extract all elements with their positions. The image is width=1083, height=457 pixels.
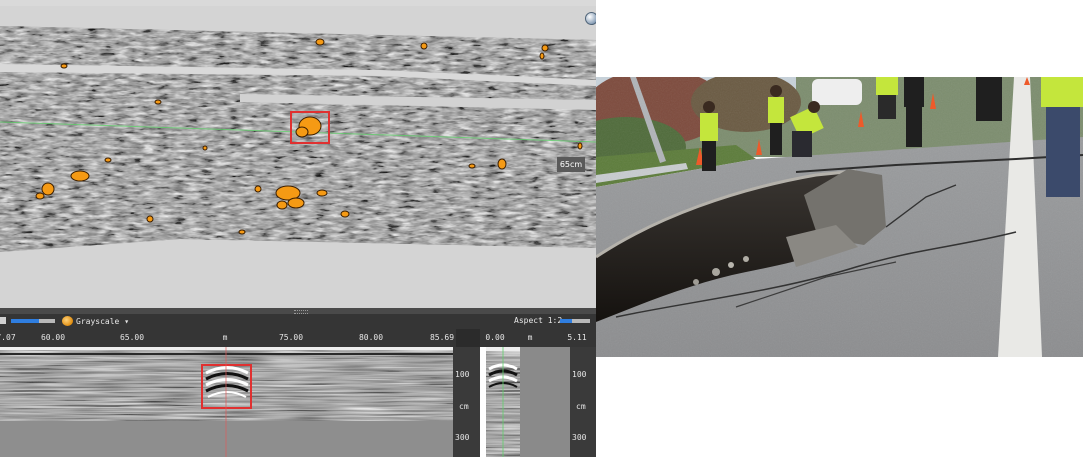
side-ruler-tick: 0.00: [485, 333, 505, 342]
anomaly-blob: [41, 182, 55, 196]
anomaly-blob: [70, 170, 90, 182]
gain-icon[interactable]: [0, 317, 6, 324]
side-ruler-tick: 5.11: [567, 333, 587, 342]
anomaly-blob: [287, 197, 305, 209]
depth-tick: 300: [455, 433, 470, 442]
ruler-tick: 80.00: [358, 333, 384, 342]
side-ruler-unit: m: [527, 333, 533, 342]
ruler-unit: m: [222, 333, 228, 342]
anomaly-blob: [35, 192, 45, 200]
globe-icon[interactable]: [585, 12, 596, 25]
distance-ruler: [0, 329, 456, 347]
road-collapse-photo: [596, 77, 1083, 357]
ruler-tick: 7.07: [0, 333, 16, 342]
anomaly-blob: [577, 142, 583, 150]
anomaly-blob: [202, 145, 208, 151]
anomaly-blob: [340, 210, 350, 218]
anomaly-blob: [154, 99, 162, 105]
bscan-side-canvas: [486, 347, 570, 457]
side-depth-tick: 100: [572, 370, 587, 379]
ruler-tick: 75.00: [278, 333, 304, 342]
anomaly-blob: [420, 42, 428, 50]
bscan-cross-section-view[interactable]: [486, 347, 570, 457]
gpr-plan-view[interactable]: 65cm: [0, 6, 596, 308]
anomaly-blob: [316, 189, 328, 197]
aspect-slider-fill: [560, 319, 572, 323]
gain-slider-fill: [11, 319, 39, 323]
anomaly-blob: [295, 126, 309, 138]
side-depth-tick: 300: [572, 433, 587, 442]
aspect-label: Aspect 1:2: [514, 316, 563, 325]
bscan-main-canvas: [0, 347, 453, 457]
anomaly-blob: [539, 52, 545, 60]
palette-icon[interactable]: [62, 316, 73, 326]
anomaly-blob: [254, 185, 262, 193]
anomaly-blob: [541, 44, 549, 52]
photo-canvas: [596, 77, 1083, 357]
anomaly-blob: [104, 157, 112, 163]
depth-tick: 100: [455, 370, 470, 379]
palette-dropdown[interactable]: Grayscale ▾: [76, 315, 132, 328]
ruler-tick: 60.00: [40, 333, 66, 342]
side-depth-unit: cm: [576, 402, 586, 411]
depth-tag: 65cm: [557, 157, 585, 172]
anomaly-blob: [497, 158, 507, 170]
bscan-main-view[interactable]: [0, 347, 453, 457]
chevron-down-icon: ▾: [124, 317, 130, 326]
anomaly-blob: [146, 215, 154, 223]
anomaly-blob: [315, 38, 325, 46]
anomaly-blob: [238, 229, 246, 235]
anomaly-blob: [468, 163, 476, 169]
plan-view-canvas: [0, 6, 596, 308]
depth-unit: cm: [459, 402, 469, 411]
anomaly-blob: [276, 200, 288, 210]
ruler-tick: 65.00: [119, 333, 145, 342]
ruler-tick: 85.69: [429, 333, 455, 342]
palette-dropdown-label: Grayscale: [76, 317, 120, 326]
anomaly-blob: [60, 63, 68, 69]
